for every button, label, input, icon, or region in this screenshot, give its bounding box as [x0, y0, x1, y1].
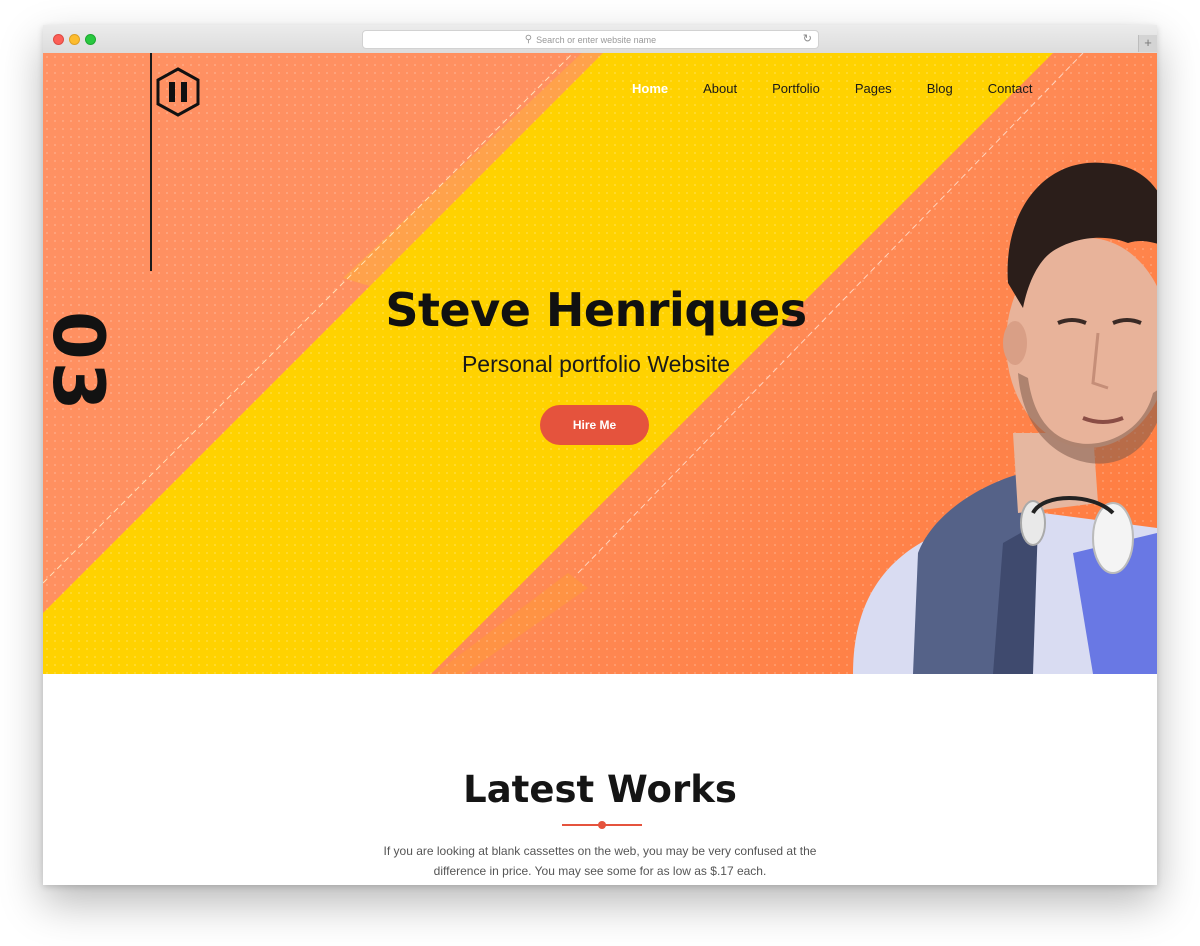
- nav-pages[interactable]: Pages: [855, 81, 892, 96]
- nav-blog[interactable]: Blog: [927, 81, 953, 96]
- browser-window: ⚲ Search or enter website name ↻ + 03 Ho…: [43, 25, 1157, 885]
- section-title: Latest Works: [463, 768, 737, 811]
- search-icon: ⚲: [524, 34, 533, 45]
- nav-portfolio[interactable]: Portfolio: [772, 81, 820, 96]
- address-bar-placeholder: Search or enter website name: [536, 34, 657, 45]
- vertical-line-decoration: [150, 53, 152, 271]
- hero-section: 03 Home About Portfolio Pages Blog Conta…: [43, 53, 1157, 674]
- reload-icon[interactable]: ↻: [803, 32, 812, 45]
- main-navigation: Home About Portfolio Pages Blog Contact: [632, 81, 1068, 96]
- person-photo: [853, 162, 1157, 674]
- address-bar[interactable]: ⚲ Search or enter website name ↻: [362, 30, 819, 49]
- nav-about[interactable]: About: [703, 81, 737, 96]
- minimize-window-button[interactable]: [69, 34, 80, 45]
- browser-toolbar: ⚲ Search or enter website name ↻ +: [43, 25, 1157, 54]
- maximize-window-button[interactable]: [85, 34, 96, 45]
- nav-contact[interactable]: Contact: [988, 81, 1033, 96]
- section-description: If you are looking at blank cassettes on…: [383, 844, 817, 878]
- title-divider-dot: [598, 821, 606, 829]
- hire-me-button[interactable]: Hire Me: [540, 405, 649, 445]
- nav-home[interactable]: Home: [632, 81, 668, 96]
- new-tab-icon[interactable]: +: [1138, 35, 1157, 52]
- close-window-button[interactable]: [53, 34, 64, 45]
- hexagon-logo-icon[interactable]: [155, 67, 201, 117]
